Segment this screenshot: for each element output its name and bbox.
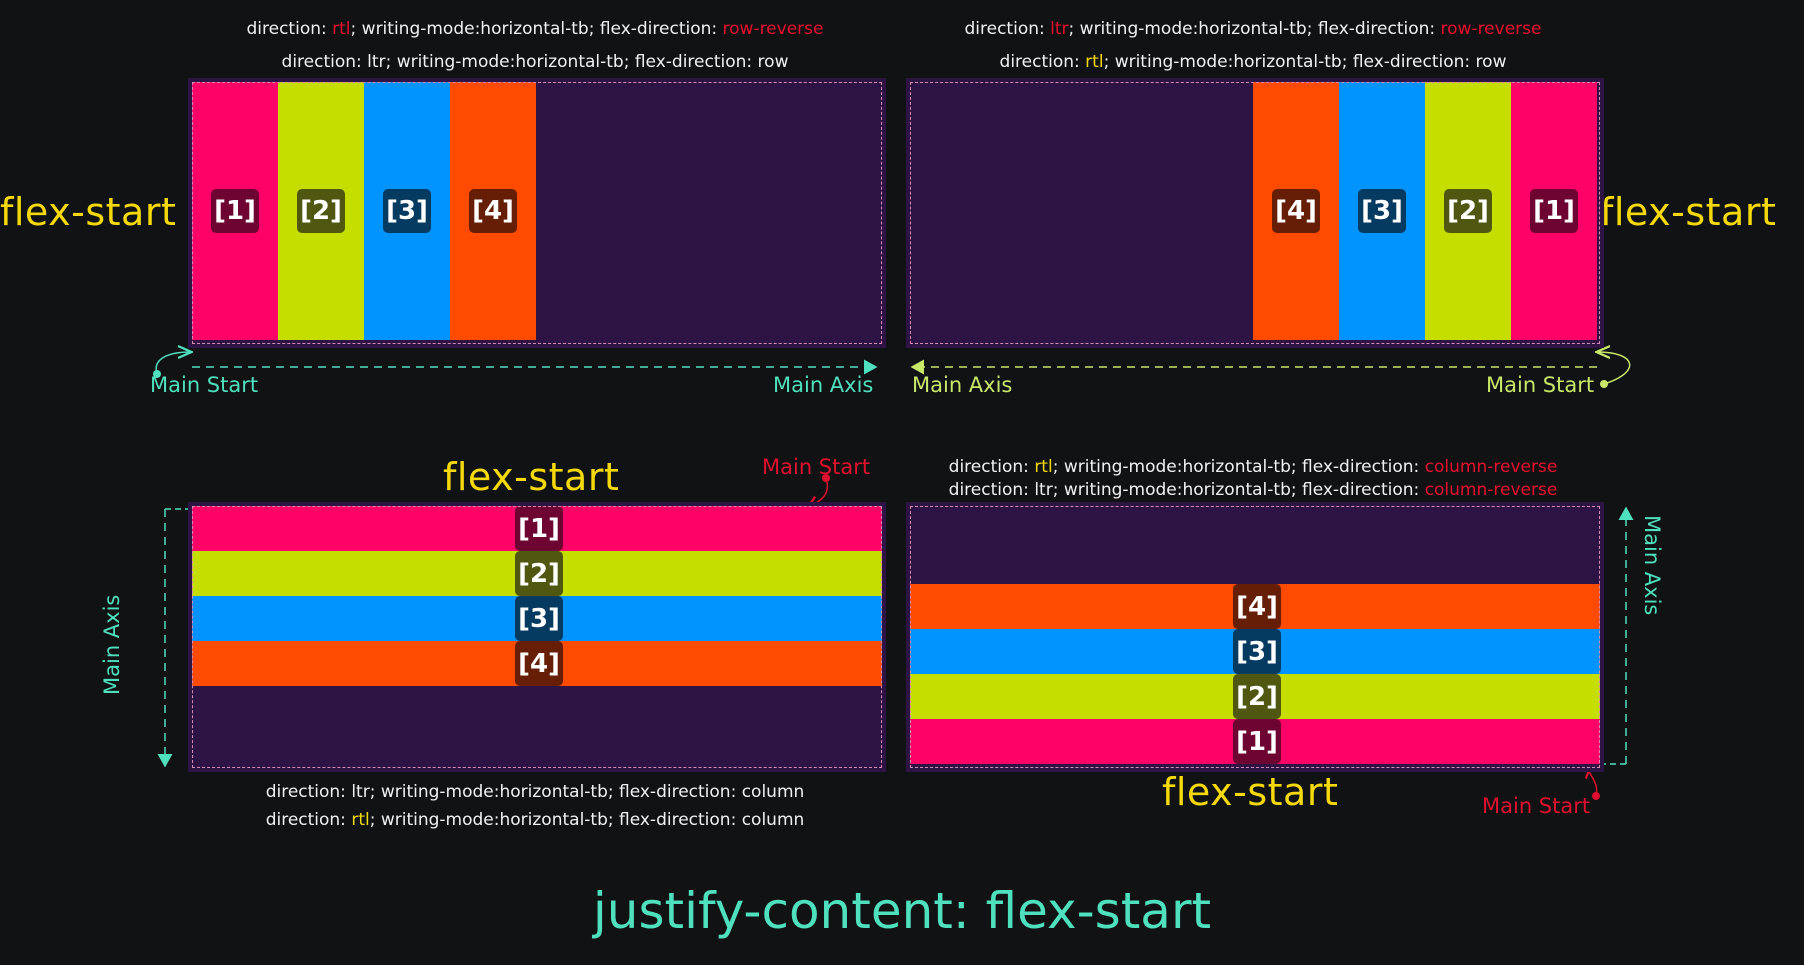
tl-main-start-label: Main Start	[150, 373, 259, 397]
bl-main-axis-label: Main Axis	[100, 594, 124, 695]
caption-direction: rtl	[1085, 52, 1104, 72]
caption-flex-direction: row-reverse	[722, 19, 824, 39]
caption-text: ; writing-mode:horizontal-tb; flex-direc…	[1052, 457, 1425, 477]
tr-main-start-curve	[1598, 352, 1631, 385]
tl-caption-1: direction: rtl; writing-mode:horizontal-…	[190, 19, 880, 39]
tl-main-start-curve	[155, 352, 190, 375]
tr-flex-container: [4] [3] [2] [1]	[906, 78, 1604, 348]
caption-flex-direction: row	[1475, 52, 1507, 72]
tr-flex-start-label: flex-start	[1600, 190, 1777, 234]
caption-flex-direction: row-reverse	[1440, 19, 1542, 39]
bl-caption-1: direction: ltr; writing-mode:horizontal-…	[190, 782, 880, 802]
caption-text: direction:	[948, 480, 1035, 500]
tr-main-axis-label: Main Axis	[912, 373, 1013, 397]
caption-text: direction:	[948, 457, 1035, 477]
caption-text: direction:	[265, 810, 352, 830]
caption-text: ; writing-mode:horizontal-tb; flex-direc…	[1103, 52, 1476, 72]
br-caption-2: direction: ltr; writing-mode:horizontal-…	[908, 480, 1598, 500]
caption-flex-direction: column-reverse	[1424, 480, 1558, 500]
caption-flex-direction: column	[741, 810, 805, 830]
caption-text: ; writing-mode:horizontal-tb; flex-direc…	[1068, 19, 1441, 39]
container-dashed-border	[910, 506, 1600, 768]
bl-flex-start-label: flex-start	[443, 455, 620, 499]
tr-caption-1: direction: ltr; writing-mode:horizontal-…	[908, 19, 1598, 39]
caption-flex-direction: column-reverse	[1424, 457, 1558, 477]
page-title: justify-content: flex-start	[592, 882, 1212, 940]
caption-text: ; writing-mode:horizontal-tb; flex-direc…	[369, 810, 742, 830]
caption-text: ; writing-mode:horizontal-tb; flex-direc…	[385, 52, 758, 72]
caption-direction: rtl	[1034, 457, 1053, 477]
br-caption-1: direction: rtl; writing-mode:horizontal-…	[908, 457, 1598, 477]
caption-text: direction:	[964, 19, 1051, 39]
caption-flex-direction: row	[757, 52, 789, 72]
caption-text: ; writing-mode:horizontal-tb; flex-direc…	[1052, 480, 1425, 500]
bl-main-start-label: Main Start	[762, 455, 871, 479]
caption-direction: ltr	[351, 782, 370, 802]
tr-main-start-label: Main Start	[1486, 373, 1595, 397]
caption-text: ; writing-mode:horizontal-tb; flex-direc…	[350, 19, 723, 39]
br-main-start-label: Main Start	[1482, 794, 1591, 818]
br-main-axis-label: Main Axis	[1640, 515, 1664, 616]
caption-text: direction:	[246, 19, 333, 39]
caption-text: direction:	[281, 52, 368, 72]
caption-text: direction:	[999, 52, 1086, 72]
tr-caption-2: direction: rtl; writing-mode:horizontal-…	[908, 52, 1598, 72]
caption-text: direction:	[265, 782, 352, 802]
br-flex-container: [4] [3] [2] [1]	[906, 502, 1604, 772]
caption-direction: rtl	[351, 810, 370, 830]
tl-caption-2: direction: ltr; writing-mode:horizontal-…	[190, 52, 880, 72]
caption-text: ; writing-mode:horizontal-tb; flex-direc…	[369, 782, 742, 802]
tl-flex-start-label: flex-start	[0, 190, 177, 234]
tl-flex-container: [1] [2] [3] [4]	[188, 78, 886, 348]
caption-direction: ltr	[1034, 480, 1053, 500]
caption-direction: ltr	[367, 52, 386, 72]
bl-caption-2: direction: rtl; writing-mode:horizontal-…	[190, 810, 880, 830]
br-flex-start-label: flex-start	[1162, 770, 1339, 814]
bl-flex-container: [1] [2] [3] [4]	[188, 502, 886, 772]
tl-main-axis-label: Main Axis	[773, 373, 874, 397]
caption-flex-direction: column	[741, 782, 805, 802]
container-dashed-border	[192, 82, 882, 344]
container-dashed-border	[910, 82, 1600, 344]
caption-direction: rtl	[332, 19, 351, 39]
container-dashed-border	[192, 506, 882, 768]
caption-direction: ltr	[1050, 19, 1069, 39]
